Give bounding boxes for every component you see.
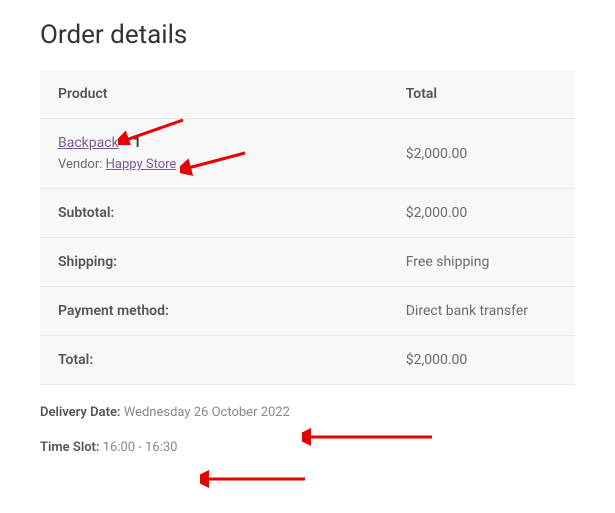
product-link[interactable]: Backpack [58,135,119,151]
total-value: $2,000.00 [388,336,575,385]
page-title: Order details [40,20,575,50]
subtotal-value: $2,000.00 [388,189,575,238]
timeslot-value: 16:00 - 16:30 [103,440,178,455]
subtotal-label: Subtotal: [40,189,388,238]
timeslot-label: Time Slot: [40,440,99,455]
table-row: Payment method: Direct bank transfer [40,287,575,336]
vendor-label: Vendor: [58,157,106,172]
table-row: Shipping: Free shipping [40,238,575,287]
total-label: Total: [40,336,388,385]
delivery-date-label: Delivery Date: [40,405,120,420]
table-row: Total: $2,000.00 [40,336,575,385]
table-row: Subtotal: $2,000.00 [40,189,575,238]
vendor-link[interactable]: Happy Store [106,157,177,172]
order-details-table: Product Total Backpack × 1 Vendor: Happy… [40,70,575,385]
product-cell: Backpack × 1 Vendor: Happy Store [40,119,388,189]
shipping-label: Shipping: [40,238,388,287]
delivery-date-line: Delivery Date: Wednesday 26 October 2022 [40,405,575,420]
annotation-arrow-icon [200,470,310,488]
table-row: Backpack × 1 Vendor: Happy Store $2,000.… [40,119,575,189]
payment-method-value: Direct bank transfer [388,287,575,336]
vendor-line: Vendor: Happy Store [58,157,370,172]
product-quantity: 1 [133,135,141,151]
product-total: $2,000.00 [388,119,575,189]
header-total: Total [388,70,575,119]
shipping-value: Free shipping [388,238,575,287]
product-qty-prefix: × [122,135,133,151]
timeslot-line: Time Slot: 16:00 - 16:30 [40,440,575,455]
payment-method-label: Payment method: [40,287,388,336]
header-product: Product [40,70,388,119]
delivery-date-value: Wednesday 26 October 2022 [124,405,290,420]
